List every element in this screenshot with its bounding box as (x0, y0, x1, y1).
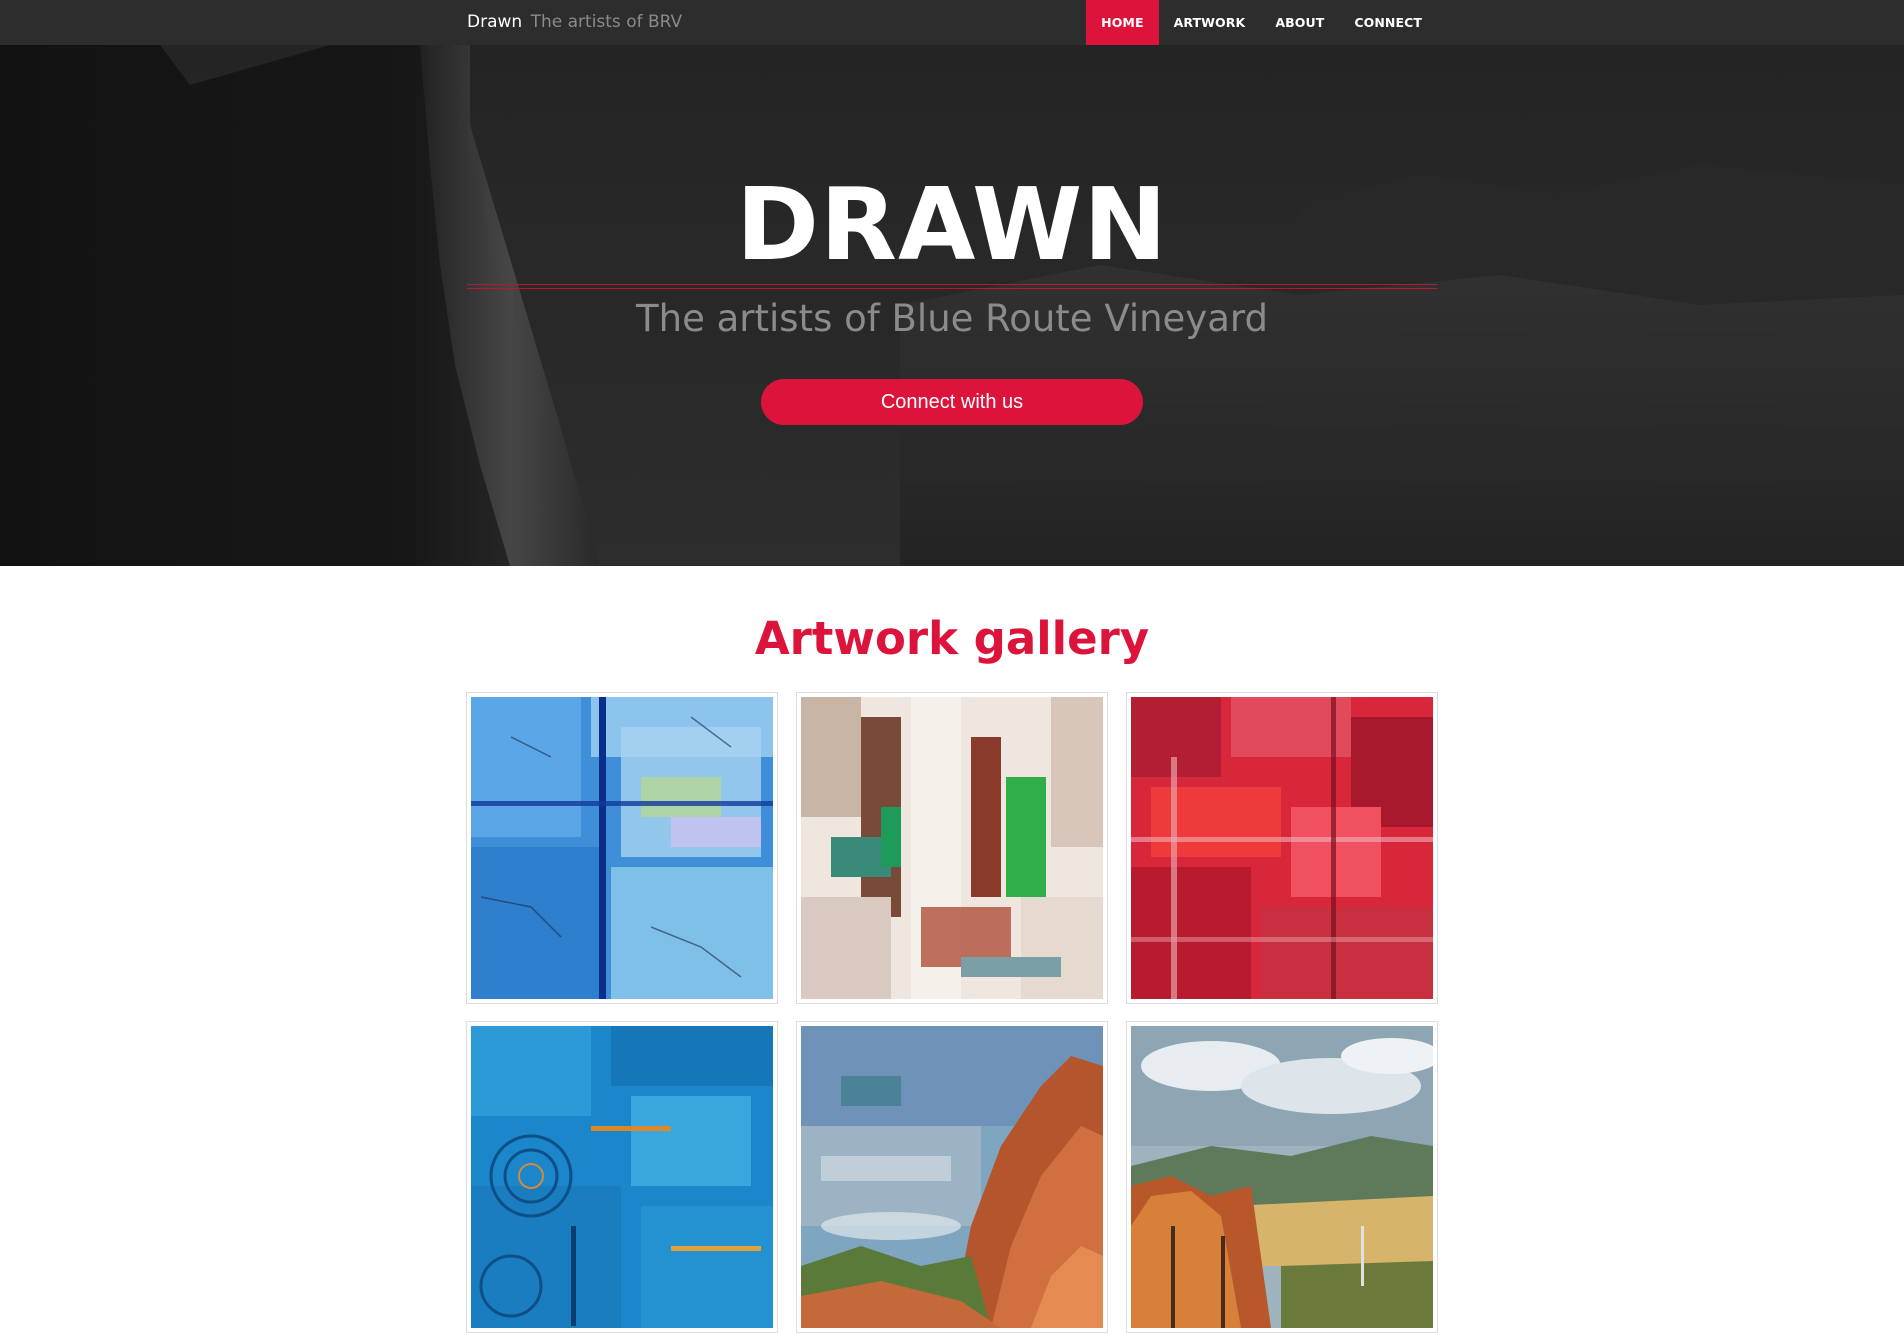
artwork-image-blue-cross (471, 697, 773, 999)
brand-name: Drawn (467, 12, 523, 32)
artwork-image-blue-swirls (471, 1026, 773, 1328)
main-nav: HOME ARTWORK ABOUT CONNECT (1086, 0, 1437, 45)
artwork-image-red-crosshatch (1131, 697, 1433, 999)
nav-connect[interactable]: CONNECT (1339, 0, 1437, 45)
artwork-image-autumn-landscape (1131, 1026, 1433, 1328)
connect-with-us-button[interactable]: Connect with us (761, 379, 1143, 425)
hero-subtitle: The artists of Blue Route Vineyard (636, 297, 1268, 340)
gallery-thumbnail-1[interactable] (466, 692, 778, 1004)
gallery-thumbnail-3[interactable] (1126, 692, 1438, 1004)
hero-title: DRAWN (736, 166, 1168, 283)
gallery-heading: Artwork gallery (754, 612, 1150, 665)
nav-artwork[interactable]: ARTWORK (1159, 0, 1261, 45)
top-navbar: Drawn The artists of BRV HOME ARTWORK AB… (0, 0, 1904, 45)
nav-about[interactable]: ABOUT (1260, 0, 1339, 45)
artwork-image-red-rock-collage (801, 1026, 1103, 1328)
hero-divider (467, 284, 1437, 289)
gallery-thumbnail-5[interactable] (796, 1021, 1108, 1333)
gallery-thumbnail-4[interactable] (466, 1021, 778, 1333)
brand-tagline: The artists of BRV (530, 12, 683, 32)
gallery-thumbnail-2[interactable] (796, 692, 1108, 1004)
nav-home[interactable]: HOME (1086, 0, 1159, 45)
brand-link[interactable]: Drawn The artists of BRV (467, 0, 682, 45)
hero-section: DRAWN The artists of Blue Route Vineyard… (0, 45, 1904, 566)
gallery-thumbnail-6[interactable] (1126, 1021, 1438, 1333)
artwork-image-white-green-abstract (801, 697, 1103, 999)
